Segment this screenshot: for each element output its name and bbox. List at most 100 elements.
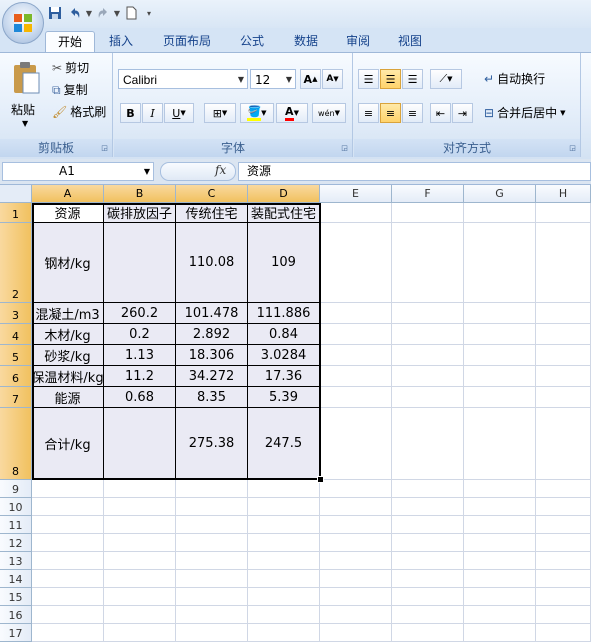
cell-c13[interactable] [176, 552, 248, 570]
cell-g4[interactable] [464, 324, 536, 345]
cell-f2[interactable] [392, 223, 464, 303]
row-header-8[interactable]: 8 [0, 408, 32, 480]
cell-d11[interactable] [248, 516, 320, 534]
redo-icon[interactable] [94, 4, 112, 22]
wrap-text-button[interactable]: ↵ 自动换行 [484, 70, 545, 88]
cell-a7[interactable]: 能源 [32, 387, 104, 408]
decrease-indent-button[interactable]: ⇤ [430, 103, 451, 123]
row-header-6[interactable]: 6 [0, 366, 32, 387]
name-box[interactable]: A1 ▼ [2, 162, 154, 181]
cell-a6[interactable]: 保温材料/kg [32, 366, 104, 387]
tab-view[interactable]: 视图 [388, 31, 432, 52]
cell-b17[interactable] [104, 624, 176, 642]
cell-b14[interactable] [104, 570, 176, 588]
cell-d17[interactable] [248, 624, 320, 642]
cell-a3[interactable]: 混凝土/m3 [32, 303, 104, 324]
cell-b16[interactable] [104, 606, 176, 624]
cell-h14[interactable] [536, 570, 591, 588]
cell-g14[interactable] [464, 570, 536, 588]
format-painter-button[interactable]: 🖌 格式刷 [52, 103, 106, 121]
cell-h4[interactable] [536, 324, 591, 345]
cell-b8[interactable] [104, 408, 176, 480]
row-header-9[interactable]: 9 [0, 480, 32, 498]
row-header-2[interactable]: 2 [0, 223, 32, 303]
insert-function-icon[interactable]: fx [215, 163, 226, 177]
cell-b6[interactable]: 11.2 [104, 366, 176, 387]
cell-c1[interactable]: 传统住宅 [176, 203, 248, 223]
cell-h15[interactable] [536, 588, 591, 606]
cell-c4[interactable]: 2.892 [176, 324, 248, 345]
clipboard-launcher-icon[interactable]: ◲ [100, 144, 109, 153]
row-header-7[interactable]: 7 [0, 387, 32, 408]
cell-a12[interactable] [32, 534, 104, 552]
cell-e9[interactable] [320, 480, 392, 498]
cell-f13[interactable] [392, 552, 464, 570]
cell-a11[interactable] [32, 516, 104, 534]
row-header-14[interactable]: 14 [0, 570, 32, 588]
tab-insert[interactable]: 插入 [100, 31, 142, 52]
cell-f9[interactable] [392, 480, 464, 498]
cell-a16[interactable] [32, 606, 104, 624]
cell-f12[interactable] [392, 534, 464, 552]
cell-h9[interactable] [536, 480, 591, 498]
cell-c8[interactable]: 275.38 [176, 408, 248, 480]
copy-button[interactable]: ⧉ 复制 [52, 81, 88, 99]
column-header-c[interactable]: C [176, 185, 248, 203]
cell-h13[interactable] [536, 552, 591, 570]
font-color-button[interactable]: A ▼ [276, 103, 308, 123]
cell-d3[interactable]: 111.886 [248, 303, 320, 324]
cell-b5[interactable]: 1.13 [104, 345, 176, 366]
cell-c16[interactable] [176, 606, 248, 624]
office-button[interactable] [2, 2, 44, 44]
cell-a1[interactable]: 资源 [32, 203, 104, 223]
cell-e4[interactable] [320, 324, 392, 345]
cell-g9[interactable] [464, 480, 536, 498]
cell-g8[interactable] [464, 408, 536, 480]
cell-c15[interactable] [176, 588, 248, 606]
cell-f16[interactable] [392, 606, 464, 624]
customize-qat-icon[interactable]: ▾ [146, 4, 152, 22]
tab-data[interactable]: 数据 [284, 31, 328, 52]
row-header-3[interactable]: 3 [0, 303, 32, 324]
column-header-g[interactable]: G [464, 185, 536, 203]
font-launcher-icon[interactable]: ◲ [340, 144, 349, 153]
cell-f4[interactable] [392, 324, 464, 345]
cell-f1[interactable] [392, 203, 464, 223]
cell-a2[interactable]: 钢材/kg [32, 223, 104, 303]
cell-e15[interactable] [320, 588, 392, 606]
cell-h16[interactable] [536, 606, 591, 624]
cell-f17[interactable] [392, 624, 464, 642]
cell-b2[interactable] [104, 223, 176, 303]
new-document-icon[interactable] [122, 4, 140, 22]
cell-b9[interactable] [104, 480, 176, 498]
cell-f7[interactable] [392, 387, 464, 408]
cell-b11[interactable] [104, 516, 176, 534]
bold-button[interactable]: B [120, 103, 141, 123]
row-header-4[interactable]: 4 [0, 324, 32, 345]
cell-h2[interactable] [536, 223, 591, 303]
row-header-10[interactable]: 10 [0, 498, 32, 516]
align-center-button[interactable]: ≡ [380, 103, 401, 123]
cell-e3[interactable] [320, 303, 392, 324]
alignment-launcher-icon[interactable]: ◲ [568, 144, 577, 153]
cell-b12[interactable] [104, 534, 176, 552]
cell-d16[interactable] [248, 606, 320, 624]
cell-c6[interactable]: 34.272 [176, 366, 248, 387]
cell-a8[interactable]: 合计/kg [32, 408, 104, 480]
column-header-h[interactable]: H [536, 185, 591, 203]
fill-color-button[interactable]: 🪣 ▼ [240, 103, 274, 123]
row-header-1[interactable]: 1 [0, 203, 32, 223]
cell-d13[interactable] [248, 552, 320, 570]
cell-f10[interactable] [392, 498, 464, 516]
tab-page-layout[interactable]: 页面布局 [152, 31, 222, 52]
undo-icon[interactable] [66, 4, 84, 22]
row-header-17[interactable]: 17 [0, 624, 32, 642]
cell-e17[interactable] [320, 624, 392, 642]
font-size-combo[interactable]: 12 ▼ [250, 69, 296, 89]
increase-indent-button[interactable]: ⇥ [452, 103, 473, 123]
cell-h8[interactable] [536, 408, 591, 480]
paste-button[interactable]: 粘贴 ▼ [6, 59, 46, 131]
cell-e12[interactable] [320, 534, 392, 552]
cell-a9[interactable] [32, 480, 104, 498]
cell-d15[interactable] [248, 588, 320, 606]
